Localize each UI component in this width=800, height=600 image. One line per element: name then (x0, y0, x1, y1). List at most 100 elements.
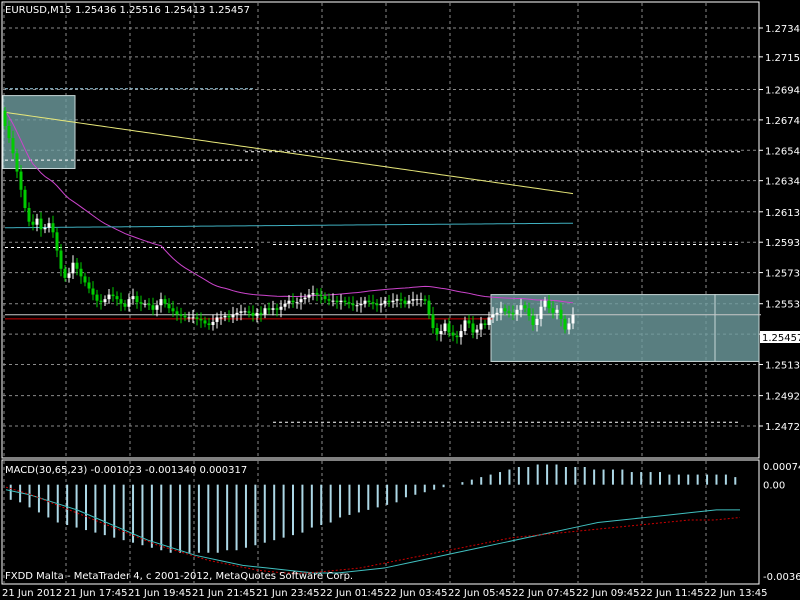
current-price-label: 1.25457 (762, 333, 800, 344)
candle-body (547, 300, 551, 309)
candle-body (527, 308, 531, 316)
time-tick-label: 22 Jun 05:45 (448, 588, 512, 599)
candle-body (95, 294, 99, 301)
price-tick-label: 1.27345 (765, 24, 800, 35)
time-tick-label: 22 Jun 09:45 (576, 588, 640, 599)
candle-body (379, 303, 383, 306)
ma-cyan-line (4, 222, 574, 229)
candle-body (491, 314, 495, 318)
supply-zone[interactable] (2, 95, 76, 170)
zones[interactable] (2, 95, 760, 362)
time-tick-label: 21 Jun 2012 (2, 588, 62, 599)
candle-body (363, 300, 367, 304)
candle-body (223, 315, 227, 318)
candle-body (107, 294, 111, 300)
candle-body (47, 223, 51, 228)
candle-body (119, 299, 123, 304)
time-tick-label: 22 Jun 03:45 (384, 588, 448, 599)
candle-body (255, 312, 259, 316)
candle-body (271, 308, 275, 310)
candle-body (351, 303, 355, 306)
price-tick-label: 1.26540 (765, 146, 800, 157)
candle-body (399, 299, 403, 301)
candle-body (215, 317, 219, 322)
candle-body (499, 308, 503, 313)
candle-body (123, 303, 127, 307)
candle-body (315, 293, 319, 295)
macd-tick-label: 0.00 (763, 481, 785, 492)
candle-body (519, 305, 523, 310)
ma-magenta-line (4, 110, 574, 304)
candle-body (531, 315, 535, 325)
candle-body (563, 318, 567, 330)
candle-body (91, 288, 95, 295)
candle-body (423, 299, 427, 301)
macd-frame (1, 459, 760, 585)
price-tick-label: 1.24725 (765, 422, 800, 433)
candle-body (403, 300, 407, 304)
trading-chart[interactable]: 1.27345 1.27155 1.26940 1.26740 1.26540 1.263… (0, 0, 800, 600)
candle-body (279, 306, 283, 310)
candle-body (239, 311, 243, 313)
macd-title: MACD(30,65,23) -0.001023 -0.001340 0.000… (5, 465, 247, 476)
candle-body (327, 299, 331, 301)
price-levels[interactable] (5, 88, 761, 423)
candle-body (359, 303, 363, 306)
macd-axis: 0.00074 0.00 -0.00362 (763, 462, 800, 583)
candle-body (39, 218, 43, 230)
candle-body (231, 314, 235, 318)
macd-signal-line (5, 489, 740, 574)
candle-body (135, 296, 139, 303)
candle-body (291, 300, 295, 303)
macd-tick-label: -0.00362 (763, 572, 800, 583)
candle-body (543, 300, 547, 307)
time-tick-label: 21 Jun 17:45 (64, 588, 128, 599)
candle-body (259, 312, 263, 315)
time-tick-label: 22 Jun 01:45 (320, 588, 384, 599)
candle-body (483, 323, 487, 325)
candle-body (79, 268, 83, 277)
candle-body (503, 308, 507, 312)
candle-body (43, 227, 47, 230)
candle-body (67, 273, 71, 278)
candle-body (427, 300, 431, 315)
candle-body (55, 232, 59, 251)
candle-body (331, 300, 335, 302)
candle-body (183, 315, 187, 318)
candle-body (139, 302, 143, 304)
price-tick-label: 1.25530 (765, 300, 800, 311)
candle-body (31, 221, 35, 225)
macd-indicator (5, 464, 741, 574)
candle-body (171, 308, 175, 312)
candle-body (447, 323, 451, 333)
candle-body (195, 317, 199, 319)
candle-body (27, 208, 31, 222)
candle-body (387, 300, 391, 303)
candle-body (451, 332, 455, 336)
time-tick-label: 21 Jun 19:45 (128, 588, 192, 599)
ohlc-readout: 1.25436 1.25516 1.25413 1.25457 (75, 5, 250, 16)
candle-body (303, 297, 307, 300)
candle-body (571, 314, 575, 324)
candle-body (179, 314, 183, 316)
candle-body (495, 312, 499, 315)
candle-body (375, 303, 379, 306)
candle-body (75, 262, 79, 269)
price-tick-label: 1.24925 (765, 392, 800, 403)
candle-body (63, 268, 67, 278)
price-tick-label: 1.25130 (765, 360, 800, 371)
range-zone-2[interactable] (714, 294, 760, 362)
copyright-text: FXDD Malta - MetaTrader 4, c 2001-2012, … (5, 571, 353, 582)
candle-body (559, 309, 563, 319)
candle-body (555, 309, 559, 313)
price-tick-label: 1.27155 (765, 53, 800, 64)
candle-body (323, 296, 327, 300)
candle-body (3, 110, 7, 126)
candle-body (487, 317, 491, 325)
candle-body (443, 323, 447, 332)
candle-body (355, 305, 359, 307)
candle-body (475, 329, 479, 333)
candle-body (455, 335, 459, 338)
candle-body (187, 317, 191, 319)
time-axis: 21 Jun 2012 21 Jun 17:45 21 Jun 19:45 21 Ju… (2, 588, 768, 599)
